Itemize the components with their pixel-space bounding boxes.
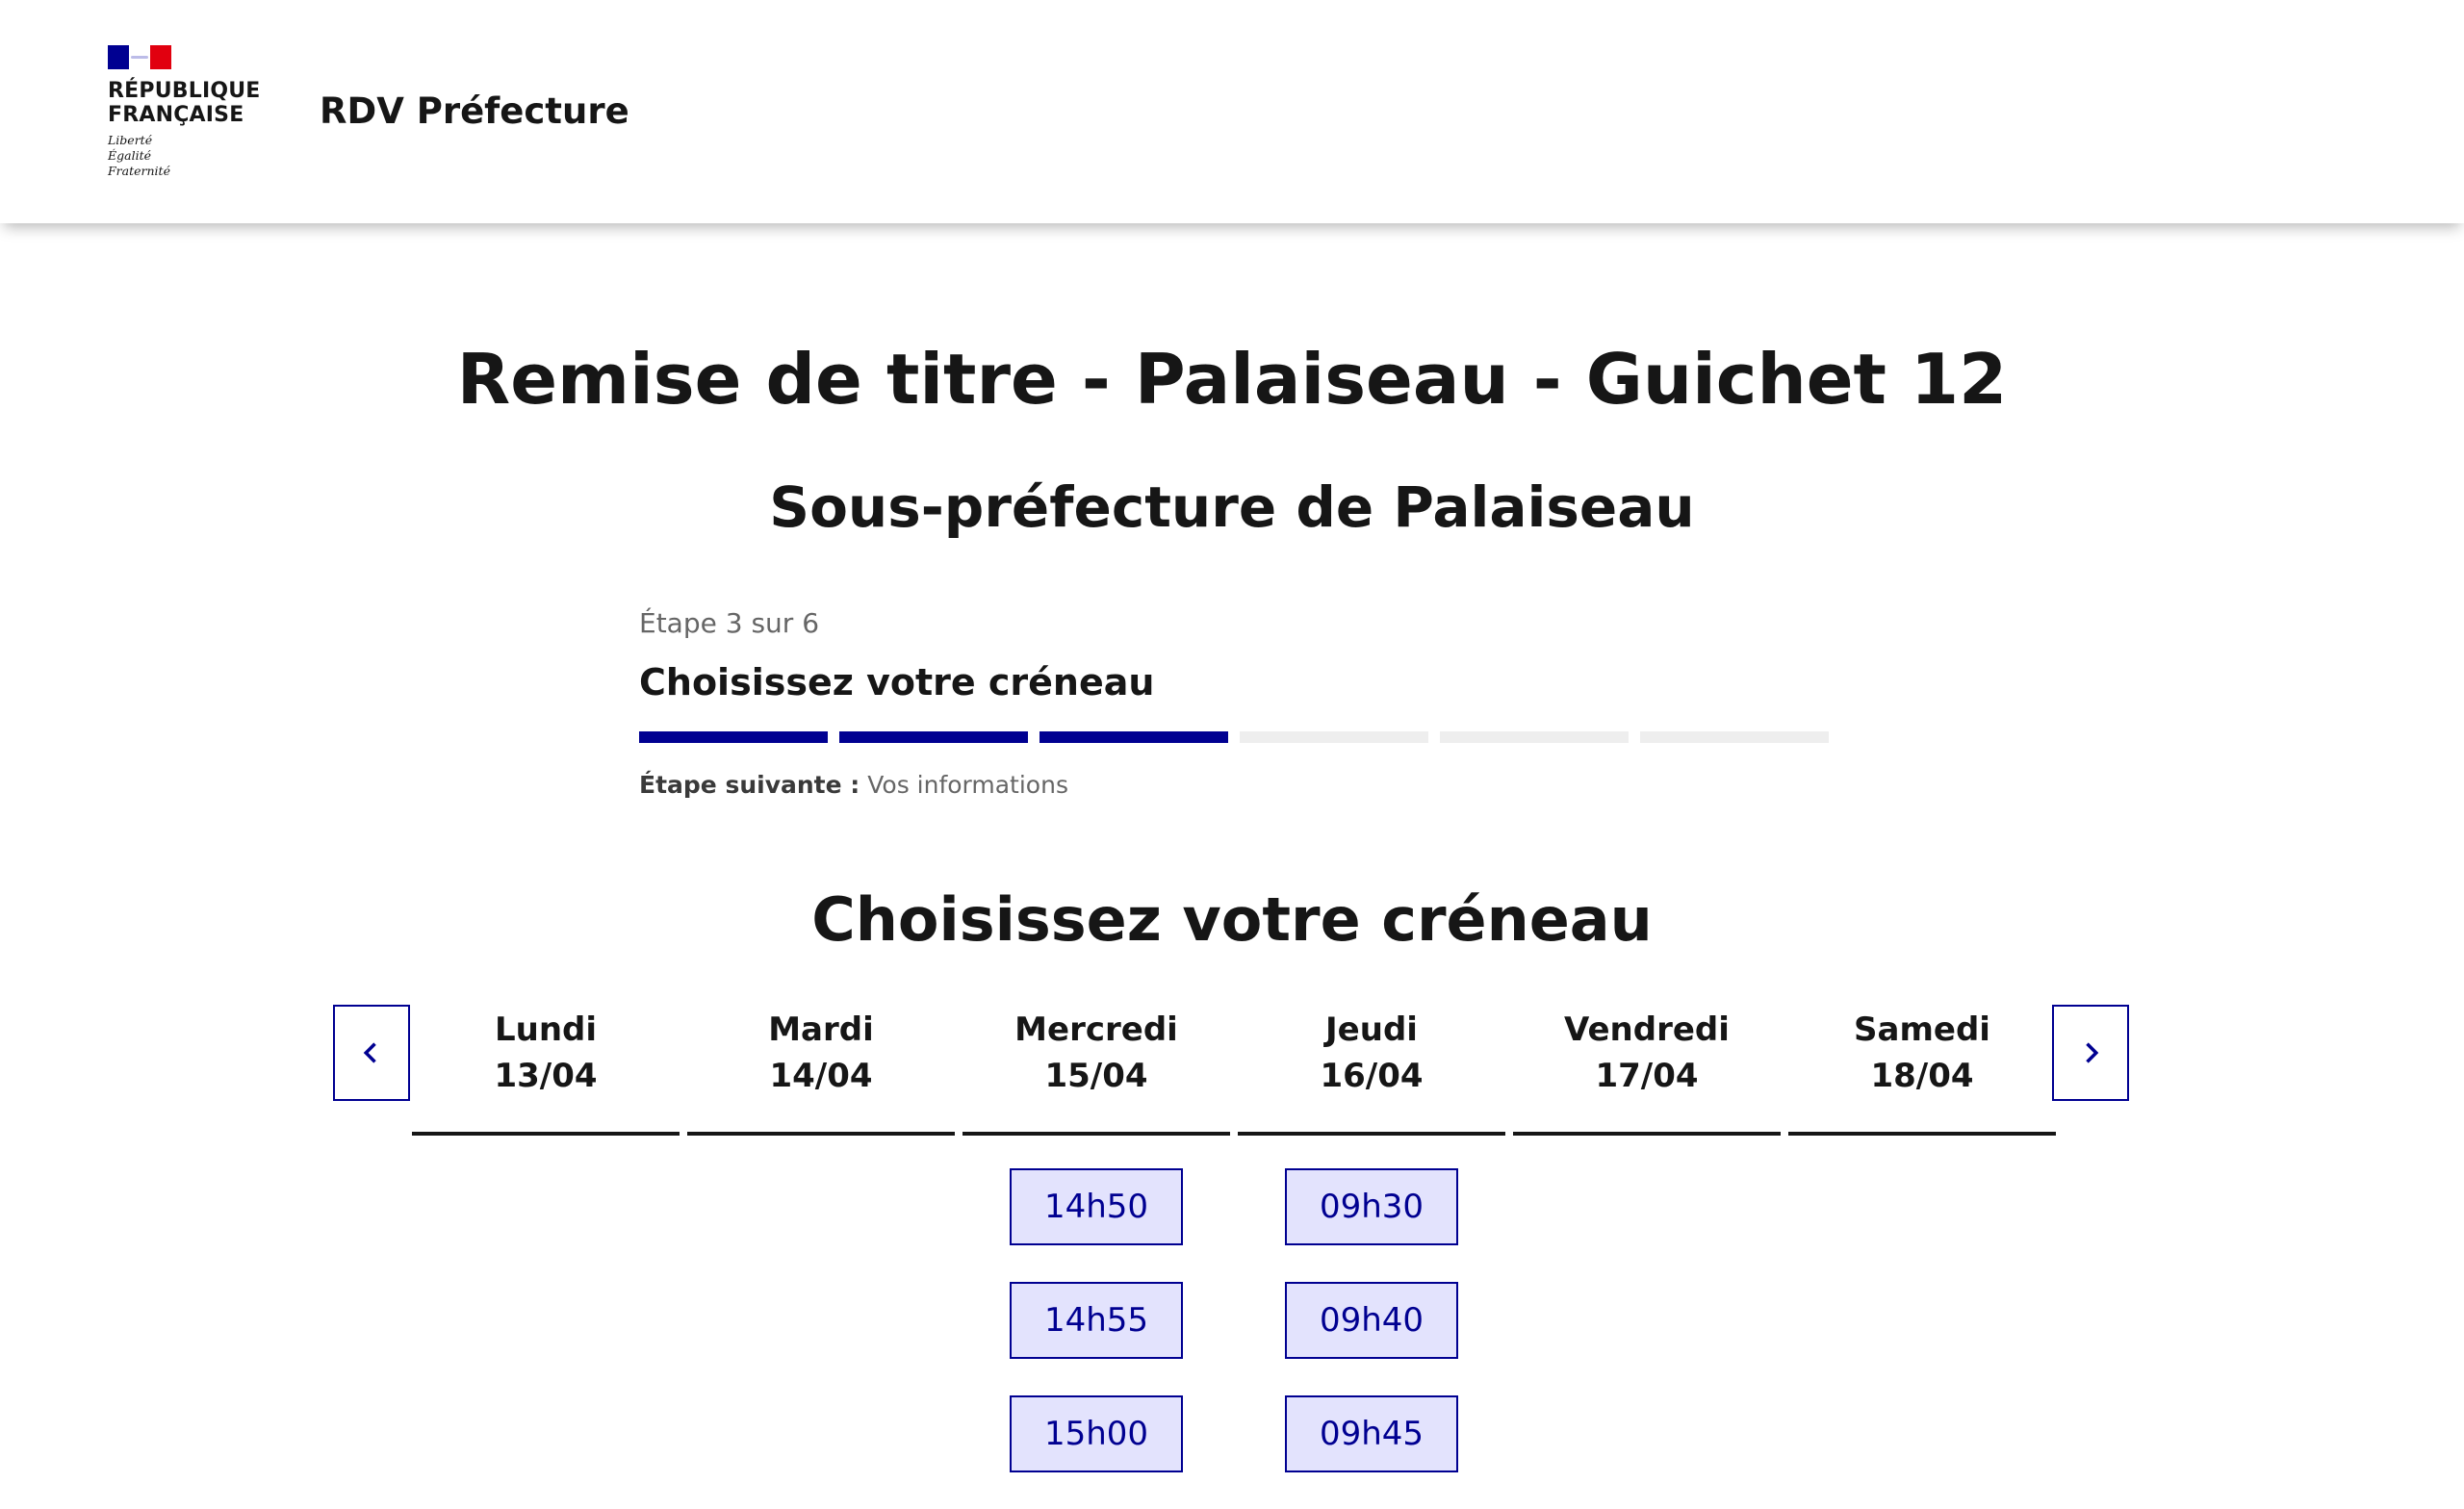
day-column: Jeudi 16/04 09h30 09h40 09h45 bbox=[1238, 1001, 1505, 1472]
day-divider bbox=[1238, 1132, 1505, 1136]
stepper-next-label: Étape suivante : bbox=[639, 771, 860, 799]
stepper: Étape 3 sur 6 Choisissez votre créneau É… bbox=[639, 604, 1829, 799]
slot-list: 14h50 14h55 15h00 bbox=[962, 1168, 1230, 1509]
logo-motto: Liberté Égalité Fraternité bbox=[108, 133, 271, 179]
stepper-state: Étape 3 sur 6 bbox=[639, 607, 820, 639]
day-name: Samedi bbox=[1854, 1010, 1990, 1049]
page-subtitle: Sous-préfecture de Palaiseau bbox=[769, 474, 1695, 540]
day-name: Vendredi bbox=[1564, 1010, 1730, 1049]
time-slot-button[interactable]: 15h00 bbox=[1010, 1395, 1183, 1472]
stepper-bar-3 bbox=[1040, 731, 1228, 743]
service-title[interactable]: RDV Préfecture bbox=[320, 90, 629, 133]
day-header: Lundi 13/04 bbox=[412, 1001, 680, 1136]
day-divider bbox=[1513, 1132, 1781, 1136]
day-header: Jeudi 16/04 bbox=[1238, 1001, 1505, 1136]
day-name: Jeudi bbox=[1325, 1010, 1418, 1049]
stepper-bar-2 bbox=[839, 731, 1028, 743]
day-name: Mercredi bbox=[1014, 1010, 1178, 1049]
time-slot-button[interactable]: 09h30 bbox=[1285, 1168, 1458, 1245]
day-header: Samedi 18/04 bbox=[1788, 1001, 2056, 1136]
day-column: Mercredi 15/04 14h50 14h55 15h00 bbox=[962, 1001, 1230, 1472]
day-column: Mardi 14/04 bbox=[687, 1001, 955, 1136]
chevron-right-icon bbox=[2086, 1042, 2099, 1063]
stepper-next-step: Étape suivante : Vos informations bbox=[639, 768, 1068, 803]
stepper-title: Choisissez votre créneau bbox=[639, 661, 1155, 703]
previous-week-button[interactable] bbox=[333, 1005, 410, 1101]
day-name: Lundi bbox=[494, 1010, 598, 1049]
day-date: 18/04 bbox=[1870, 1057, 1974, 1095]
french-flag-icon bbox=[108, 45, 171, 69]
stepper-bar-5 bbox=[1440, 731, 1629, 743]
day-header: Mercredi 15/04 bbox=[962, 1001, 1230, 1136]
republique-francaise-logo[interactable]: RÉPUBLIQUE FRANÇAISE Liberté Égalité Fra… bbox=[108, 45, 271, 180]
day-column: Lundi 13/04 bbox=[412, 1001, 680, 1136]
stepper-bar-4 bbox=[1240, 731, 1428, 743]
page-title: Remise de titre - Palaiseau - Guichet 12 bbox=[456, 339, 2008, 420]
time-slot-button[interactable]: 14h50 bbox=[1010, 1168, 1183, 1245]
site-header: RÉPUBLIQUE FRANÇAISE Liberté Égalité Fra… bbox=[0, 0, 2464, 223]
day-name: Mardi bbox=[768, 1010, 874, 1049]
next-week-button[interactable] bbox=[2052, 1005, 2129, 1101]
day-date: 15/04 bbox=[1044, 1057, 1148, 1095]
day-date: 16/04 bbox=[1320, 1057, 1424, 1095]
motto-liberte: Liberté bbox=[108, 133, 153, 147]
motto-egalite: Égalité bbox=[108, 148, 151, 163]
day-divider bbox=[1788, 1132, 2056, 1136]
logo-line-2: FRANÇAISE bbox=[108, 103, 244, 127]
day-date: 14/04 bbox=[769, 1057, 873, 1095]
day-date: 13/04 bbox=[494, 1057, 598, 1095]
slot-list: 09h30 09h40 09h45 bbox=[1238, 1168, 1505, 1509]
logo-line-1: RÉPUBLIQUE bbox=[108, 79, 261, 103]
stepper-next-value: Vos informations bbox=[867, 771, 1068, 799]
day-divider bbox=[687, 1132, 955, 1136]
day-column: Vendredi 17/04 bbox=[1513, 1001, 1781, 1136]
stepper-progress bbox=[639, 731, 1829, 743]
logo-text: RÉPUBLIQUE FRANÇAISE bbox=[108, 79, 271, 127]
day-column: Samedi 18/04 bbox=[1788, 1001, 2056, 1136]
day-divider bbox=[412, 1132, 680, 1136]
day-header: Vendredi 17/04 bbox=[1513, 1001, 1781, 1136]
chevron-left-icon bbox=[363, 1042, 376, 1063]
day-header: Mardi 14/04 bbox=[687, 1001, 955, 1136]
motto-fraternite: Fraternité bbox=[108, 164, 170, 178]
time-slot-button[interactable]: 14h55 bbox=[1010, 1282, 1183, 1359]
stepper-bar-1 bbox=[639, 731, 828, 743]
day-divider bbox=[962, 1132, 1230, 1136]
day-date: 17/04 bbox=[1595, 1057, 1699, 1095]
time-slot-button[interactable]: 09h45 bbox=[1285, 1395, 1458, 1472]
time-slot-button[interactable]: 09h40 bbox=[1285, 1282, 1458, 1359]
calendar-title: Choisissez votre créneau bbox=[811, 884, 1653, 955]
stepper-bar-6 bbox=[1640, 731, 1829, 743]
